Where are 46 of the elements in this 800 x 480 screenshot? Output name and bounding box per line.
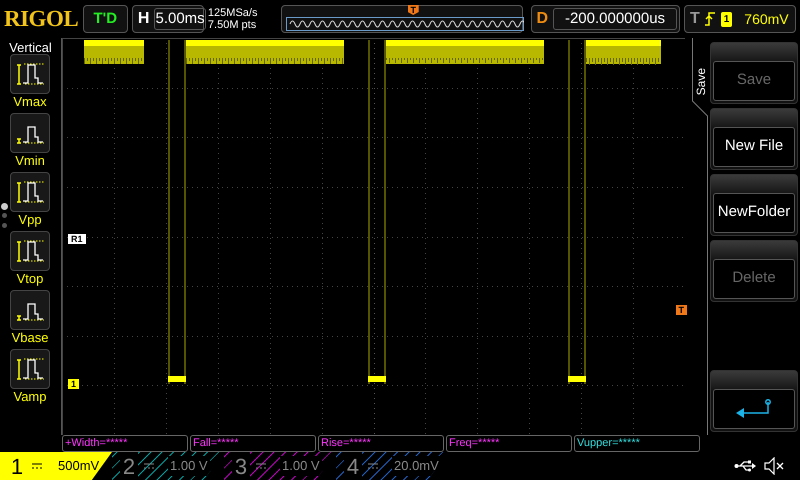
dc-coupling-icon xyxy=(32,463,42,469)
menu-title: Vertical xyxy=(8,39,53,54)
trigger-level-marker: T xyxy=(676,305,687,315)
trigger-label: T xyxy=(688,9,701,29)
menu-item-label: Vtop xyxy=(16,271,44,286)
delay-label: D xyxy=(536,9,550,29)
reference-marker: R1 xyxy=(68,234,86,244)
measure-max-button[interactable] xyxy=(10,54,50,94)
back-button[interactable] xyxy=(710,370,798,432)
measurement-readout: Vupper=***** xyxy=(574,435,700,452)
measurement-readout: Fall=***** xyxy=(190,435,316,452)
measurement-readout: +Width=***** xyxy=(62,435,188,452)
brand-logo: RIGOL xyxy=(4,4,79,33)
delay-value: -200.000000us xyxy=(553,8,677,30)
measure-base-button[interactable] xyxy=(10,290,50,330)
dc-coupling-icon xyxy=(256,463,266,469)
trigger-level: 760mV xyxy=(744,10,789,28)
timebase-value: 5.00ms xyxy=(154,8,206,30)
memory-depth: 7.50M pts xyxy=(208,19,258,31)
menu-item-label: Vbase xyxy=(12,330,48,345)
softkey-button[interactable]: NewFolder xyxy=(710,174,798,236)
run-status[interactable]: T'D xyxy=(82,5,128,33)
measurement-readout: Freq=***** xyxy=(446,435,572,452)
channel-marker: 1 xyxy=(68,379,80,389)
timebase-label: H xyxy=(136,9,150,29)
rising-edge-icon xyxy=(704,12,715,26)
measure-top-button[interactable] xyxy=(10,231,50,271)
trigger-position-marker: T xyxy=(408,5,419,15)
channel-tab[interactable]: 1 500mV xyxy=(0,452,112,480)
dc-coupling-icon xyxy=(368,463,378,469)
sample-rate: 125MSa/s xyxy=(208,7,258,19)
dc-coupling-icon xyxy=(144,463,154,469)
menu-item-label: Vpp xyxy=(18,212,42,227)
measure-min-button[interactable] xyxy=(10,113,50,153)
speaker-muted-icon[interactable] xyxy=(764,457,786,475)
softkey-button[interactable]: New File xyxy=(710,108,798,170)
measure-pp-button[interactable] xyxy=(10,172,50,212)
menu-title: Save xyxy=(693,68,709,96)
menu-item-label: Vmax xyxy=(13,94,47,109)
measurement-readout: Rise=***** xyxy=(318,435,444,452)
trigger-source: 1 xyxy=(720,12,732,26)
return-arrow-icon xyxy=(734,398,774,418)
menu-item-label: Vamp xyxy=(14,389,46,404)
menu-item-label: Vmin xyxy=(15,153,45,168)
usb-icon xyxy=(734,460,756,472)
measure-amp-button[interactable] xyxy=(10,349,50,389)
